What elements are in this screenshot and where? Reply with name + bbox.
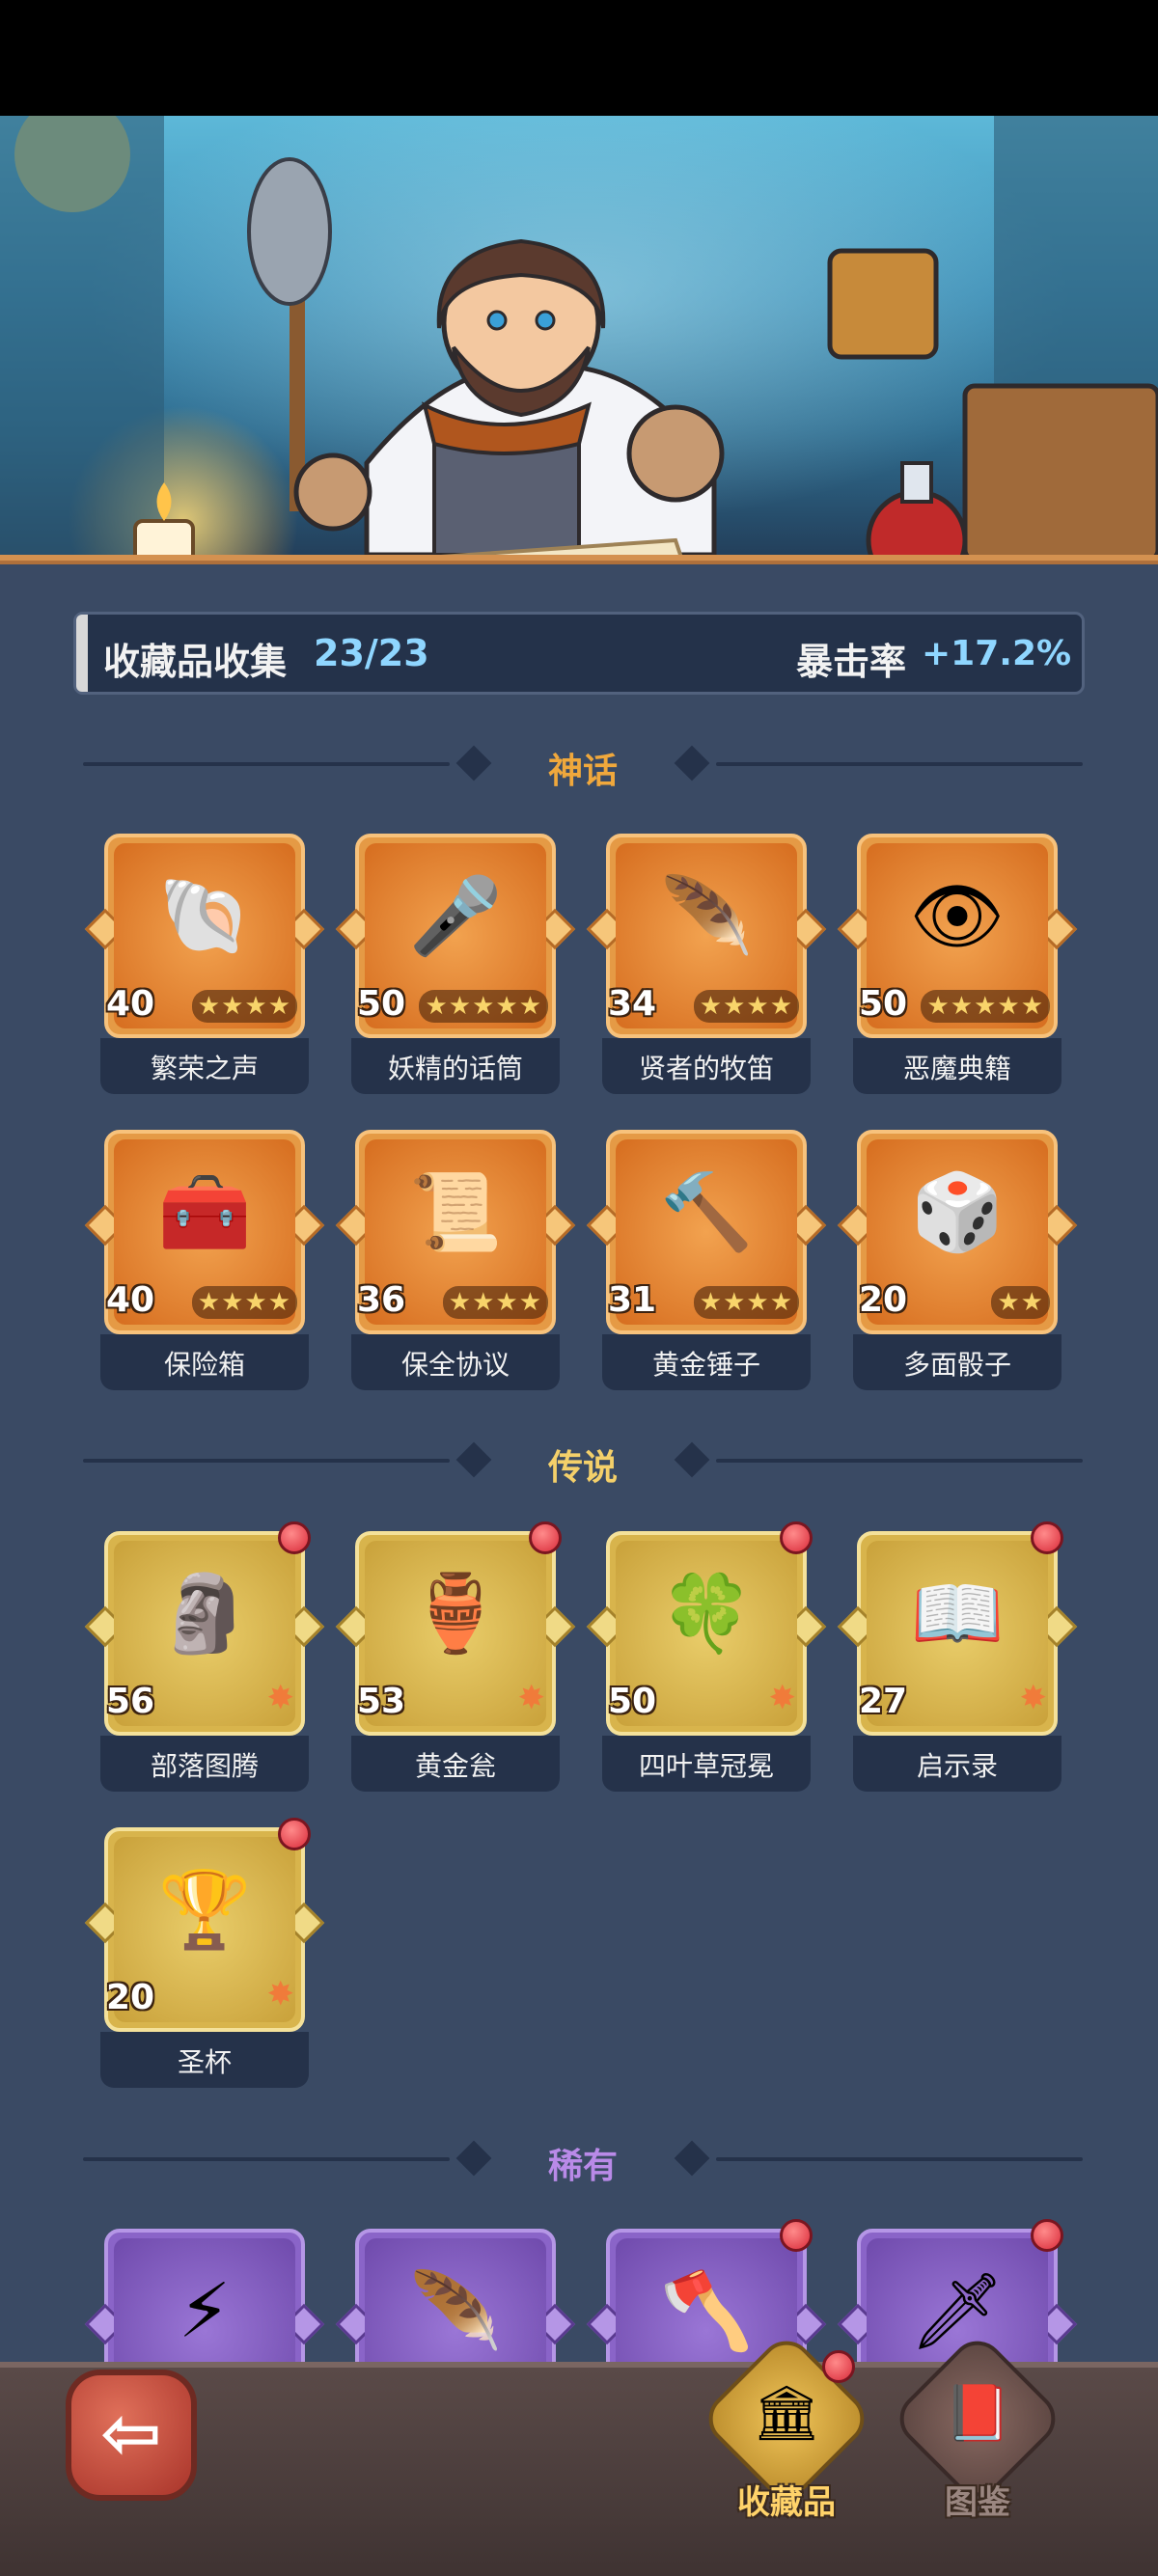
section-title-mythic: 神话 [547,752,618,791]
section-header-rare: 稀有 [83,2134,1083,2186]
crit-rate-label: 暴击率 [796,641,907,683]
status-bar [0,0,1158,116]
notification-badge [1031,1521,1063,1554]
microphone-icon: 🎤 [408,872,503,960]
collectible-card[interactable]: 🪶 34 ★★★★ 贤者的牧笛 [586,830,827,1094]
tab-collection-label: 收藏品 [737,2483,836,2522]
item-stars: ★★★★ [693,1286,799,1319]
item-stars: ★★★★★ [419,990,548,1023]
clover-crown-icon: 🍀 [659,1570,754,1658]
collectible-card[interactable]: 🗿 56 ✸ 部落图腾 [84,1521,325,1792]
urn-icon: 🏺 [408,1570,503,1658]
section-header-mythic: 神话 [83,739,1083,791]
museum-icon: 🏛 [752,2382,821,2445]
collectible-card[interactable]: 🐚 40 ★★★★ 繁荣之声 [84,830,325,1094]
item-name: 四叶草冠冕 [638,1750,774,1782]
item-name: 多面骰子 [902,1349,1011,1381]
item-level: 40 [106,1280,155,1320]
collectible-card[interactable]: 📖 27 ✸ 启示录 [837,1521,1078,1792]
collectible-card[interactable]: 🔨 31 ★★★★ 黄金锤子 [586,1126,827,1390]
item-level: 50 [859,984,908,1024]
item-name: 保险箱 [163,1349,245,1381]
notification-badge [278,1818,311,1850]
book-icon: 📖 [910,1570,1005,1658]
item-level: 50 [608,1682,657,1721]
item-stars: ★★★★ [442,1286,548,1319]
item-name: 恶魔典籍 [902,1053,1011,1084]
notification-badge [1031,2219,1063,2252]
item-name: 部落图腾 [150,1750,259,1782]
lightning-card-icon: ⚡ [178,2268,232,2355]
item-level: 31 [608,1280,657,1320]
notification-badge [822,2350,855,2383]
collectible-card[interactable]: 🏆 20 ✸ 圣杯 [84,1818,325,2088]
item-name: 繁荣之声 [150,1053,259,1084]
collectible-card[interactable]: 🧰 40 ★★★★ 保险箱 [84,1126,325,1390]
tab-codex-label: 图鉴 [945,2483,1010,2522]
dwarf-merchant-illustration [0,116,1158,564]
star-icon: ✸ [1019,1679,1048,1717]
treasure-chest-icon: 🧰 [157,1168,252,1256]
back-button[interactable]: ⇦ [66,2370,197,2501]
section-header-legend: 传说 [83,1436,1083,1488]
collectible-card[interactable]: 🎤 50 ★★★★★ 妖精的话筒 [335,830,576,1094]
section-title-legend: 传说 [547,1448,618,1488]
collectible-card[interactable]: 📜 36 ★★★★ 保全协议 [335,1126,576,1390]
item-name: 黄金瓮 [414,1750,496,1782]
item-level: 20 [859,1280,908,1320]
hammer-icon: 🔨 [659,1168,754,1256]
grail-icon: 🏆 [157,1866,252,1954]
tab-collection[interactable]: 🏛 收藏品 [698,2330,875,2522]
item-stars: ★★★★ [191,990,297,1023]
item-level: 34 [608,984,657,1024]
collection-summary-bar: 收藏品收集 23/23 暴击率 +17.2% [73,612,1085,695]
collection-label: 收藏品收集 [103,641,288,683]
item-level: 56 [106,1682,155,1721]
notification-badge [780,1521,813,1554]
crit-rate-value: +17.2% [922,634,1072,673]
notification-badge [278,1521,311,1554]
item-name: 妖精的话筒 [387,1053,523,1084]
collection-count: 23/23 [314,632,429,674]
demon-tome-icon: 👁 [909,872,1006,960]
item-stars: ★★★★★ [921,990,1050,1023]
star-icon: ✸ [266,1975,295,2014]
item-name: 圣杯 [177,2046,232,2078]
star-icon: ✸ [517,1679,546,1717]
collectible-card[interactable]: 👁 50 ★★★★★ 恶魔典籍 [837,830,1078,1094]
collectible-card[interactable]: 🎲 20 ★★ 多面骰子 [837,1126,1078,1390]
phoenix-feather-icon: 🪶 [408,2267,503,2355]
wooden-table [0,555,1158,564]
dice-icon: 🎲 [910,1168,1005,1256]
item-name: 黄金锤子 [651,1349,760,1381]
flute-icon: 🪶 [659,872,754,960]
book-icon: 📕 [944,2382,1011,2445]
item-name: 启示录 [916,1750,998,1782]
notification-badge [529,1521,562,1554]
tab-codex[interactable]: 📕 图鉴 [889,2330,1066,2522]
star-icon: ✸ [768,1679,797,1717]
item-level: 27 [859,1682,908,1721]
item-level: 20 [106,1978,155,2017]
item-name: 保全协议 [400,1349,510,1381]
scroll-icon: 📜 [408,1168,503,1256]
star-icon: ✸ [266,1679,295,1717]
item-name: 贤者的牧笛 [638,1053,774,1084]
collectible-card[interactable]: 🍀 50 ✸ 四叶草冠冕 [586,1521,827,1792]
item-level: 53 [357,1682,406,1721]
collectible-card[interactable]: 🏺 53 ✸ 黄金瓮 [335,1521,576,1792]
item-level: 50 [357,984,406,1024]
section-title-rare: 稀有 [547,2147,618,2186]
hero-banner [0,116,1158,564]
item-level: 40 [106,984,155,1024]
totem-icon: 🗿 [157,1570,252,1658]
item-stars: ★★★★ [191,1286,297,1319]
item-stars: ★★★★ [693,990,799,1023]
item-stars: ★★ [991,1286,1050,1319]
item-level: 36 [357,1280,406,1320]
axe-icon: 🪓 [659,2267,754,2355]
summary-accent [76,615,88,692]
conch-icon: 🐚 [157,872,252,960]
notification-badge [780,2219,813,2252]
